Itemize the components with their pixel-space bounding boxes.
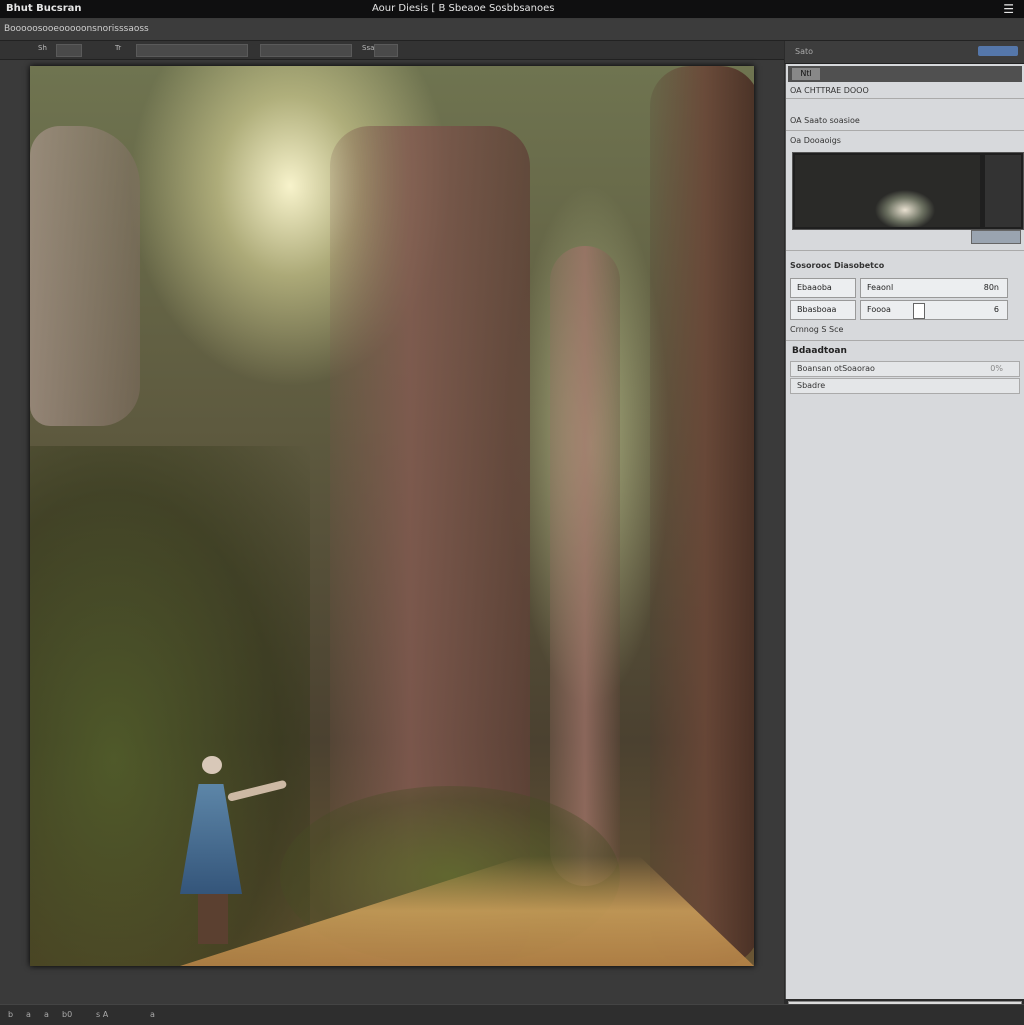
figure-head [202, 756, 222, 774]
properties-panel: Ntl OA CHTTRAE DOOO OA Saato soasioe Oa … [785, 64, 1024, 999]
navigator-tab[interactable]: Ntl [792, 68, 820, 80]
panel-tab[interactable]: Sato [795, 47, 813, 56]
figure-legs [198, 894, 228, 944]
field-right-2[interactable]: Foooa 6 [860, 300, 1008, 320]
panel-row-2: OA Saato soasioe [790, 116, 860, 125]
options-bar: Sh Tr Ssa [0, 41, 784, 60]
title-bar: Bhut Bucsran Aour Diesis [ B Sbeaoe Sosb… [0, 0, 1024, 19]
rock-formation [30, 126, 140, 426]
change-row[interactable]: Crnnog S Sce [790, 325, 843, 334]
adjust-input-1-pct: 0% [990, 364, 1003, 373]
tree-trunk [650, 66, 754, 966]
workspace [0, 60, 784, 1004]
menu-bar: Booooosooeooooonsnorisssaoss [0, 19, 1024, 41]
status-item-3[interactable]: a [44, 1010, 49, 1019]
status-bar: b a a b0 s A a [0, 1004, 1024, 1025]
status-item-5[interactable]: s A [96, 1010, 108, 1019]
field-left-1[interactable]: Ebaaoba [790, 278, 856, 298]
tree-trunk [550, 246, 620, 886]
option-label-1: Sh [38, 44, 47, 52]
navigator-thumbnail[interactable] [792, 152, 1024, 230]
divider [786, 250, 1024, 251]
adjust-section-title: Bdaadtoan [792, 346, 847, 356]
properties-title: Sosorooc Diasobetco [790, 261, 885, 270]
panel-menu-button[interactable] [978, 46, 1018, 56]
panel-header: Sato [785, 41, 1024, 64]
divider [786, 340, 1024, 341]
view-button[interactable] [971, 230, 1021, 244]
option-field-2[interactable] [136, 44, 248, 57]
thumbnail-image [795, 155, 980, 227]
panel-row-1: OA CHTTRAE DOOO [790, 86, 869, 95]
divider [786, 98, 1024, 99]
navigator-header: Ntl [788, 66, 1022, 82]
app-title: Bhut Bucsran [6, 3, 82, 14]
adjust-input-1-label: Boansan otSoaorao [797, 364, 875, 373]
field-right-2-label: Foooa [867, 305, 891, 314]
option-field-4[interactable] [374, 44, 398, 57]
option-label-2: Tr [115, 44, 122, 52]
thumbnail-sidebar [985, 155, 1021, 227]
field-right-2-value: 6 [993, 305, 999, 314]
navigator-label: Oa Dooaoigs [790, 136, 841, 145]
figure-arm [227, 779, 288, 802]
document-canvas[interactable] [30, 66, 754, 966]
file-path: Booooosooeooooonsnorisssaoss [4, 24, 149, 34]
field-left-1-label: Ebaaoba [797, 283, 832, 292]
status-item-4[interactable]: b0 [62, 1010, 72, 1019]
field-left-2-label: Bbasboaa [797, 305, 837, 314]
divider [786, 130, 1024, 131]
field-right-1-label: Feaonl [867, 283, 894, 292]
status-item-1[interactable]: b [8, 1010, 13, 1019]
field-left-2[interactable]: Bbasboaa [790, 300, 856, 320]
field-right-1[interactable]: Feaonl 80n [860, 278, 1008, 298]
option-field-3[interactable] [260, 44, 352, 57]
adjust-input-2[interactable]: Sbadre [790, 378, 1020, 394]
girl-figure [180, 756, 290, 946]
hamburger-icon[interactable]: ☰ [1003, 2, 1014, 16]
status-item-2[interactable]: a [26, 1010, 31, 1019]
option-field-1[interactable] [56, 44, 82, 57]
option-label-3: Ssa [362, 44, 375, 52]
field-right-1-value: 80n [983, 283, 999, 292]
slider-handle[interactable] [913, 303, 925, 319]
adjust-input-1[interactable]: Boansan otSoaorao 0% [790, 361, 1020, 377]
status-item-6[interactable]: a [150, 1010, 155, 1019]
adjust-input-2-label: Sbadre [797, 381, 826, 390]
document-title: Aour Diesis [ B Sbeaoe Sosbbsanoes [372, 3, 555, 14]
